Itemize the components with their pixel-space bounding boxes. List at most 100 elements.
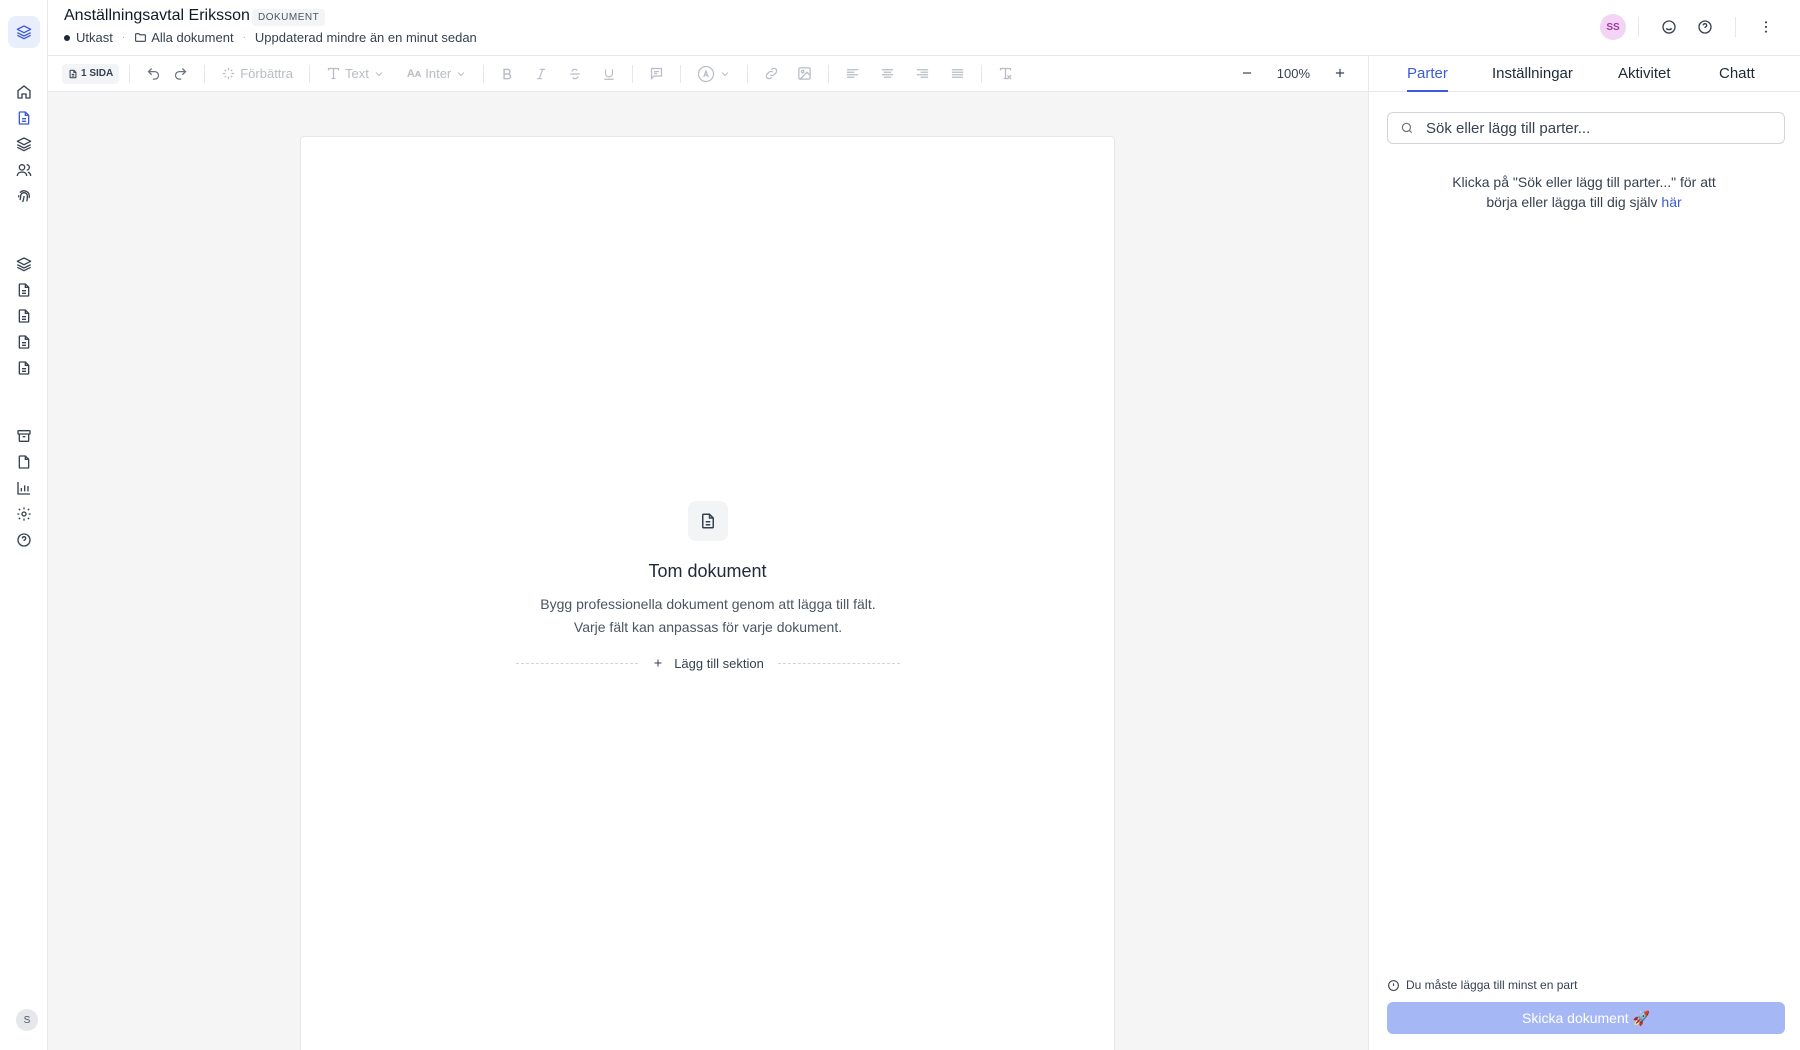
align-left-icon[interactable] (839, 61, 866, 87)
document-type-badge: DOKUMENT (252, 9, 326, 26)
toolbar-divider (747, 64, 749, 83)
document-icon[interactable] (12, 278, 36, 302)
undo-icon[interactable] (140, 61, 167, 87)
link-icon[interactable] (758, 61, 785, 87)
toolbar-divider (632, 64, 634, 83)
toolbar-divider (680, 64, 682, 83)
document-title[interactable]: Anställningsavtal Eriksson (64, 7, 250, 25)
folder-label: Alla dokument (151, 30, 234, 45)
divider (1735, 17, 1736, 37)
align-right-icon[interactable] (909, 61, 936, 87)
help-icon[interactable] (12, 528, 36, 552)
toolbar-divider (483, 64, 485, 83)
documents-icon[interactable] (12, 106, 36, 130)
search-icon (1400, 121, 1414, 135)
text-color-icon (697, 65, 715, 83)
zoom-in-icon[interactable] (1328, 61, 1352, 85)
templates-icon[interactable] (12, 132, 36, 156)
header-actions: SS (1600, 14, 1784, 40)
underline-icon[interactable] (596, 61, 622, 87)
home-icon[interactable] (12, 80, 36, 104)
folder-link[interactable]: Alla dokument (134, 30, 234, 45)
zoom-level: 100% (1276, 65, 1310, 81)
text-type-icon (326, 66, 341, 81)
plus-icon (652, 657, 664, 669)
text-color-dropdown[interactable] (691, 61, 737, 87)
updated-timestamp: Uppdaterad mindre än en minut sedan (254, 30, 477, 45)
toolbar-divider (828, 64, 830, 83)
page-count-chip[interactable]: 1 SIDA (62, 63, 120, 84)
feedback-smiley-icon[interactable] (1657, 15, 1681, 39)
dashed-divider (777, 662, 900, 664)
bold-icon[interactable] (494, 61, 520, 87)
text-style-label: Text (344, 66, 369, 81)
document-icon[interactable] (12, 304, 36, 328)
layers-icon[interactable] (12, 252, 36, 276)
empty-state-description: Bygg professionella dokument genom att l… (540, 596, 876, 635)
zoom-out-icon[interactable] (1235, 61, 1259, 85)
gear-icon[interactable] (12, 502, 36, 526)
meta-separator: · (121, 32, 126, 43)
italic-icon[interactable] (528, 61, 554, 87)
chevron-down-icon (455, 68, 467, 80)
empty-document-icon (688, 501, 728, 541)
improve-button[interactable]: Förbättra (215, 61, 299, 87)
meta-separator: · (242, 32, 246, 43)
document-page[interactable]: Tom dokument Bygg professionella dokumen… (300, 136, 1115, 1050)
dashed-divider (516, 662, 639, 664)
tab-installningar[interactable]: Inställningar (1492, 65, 1573, 92)
font-family-dropdown[interactable]: Aᴀ Inter (401, 61, 473, 87)
send-document-button[interactable]: Skicka dokument 🚀 (1387, 1002, 1785, 1034)
parties-hint: Klicka på "Sök eller lägg till parter...… (1439, 172, 1729, 212)
comment-icon[interactable] (643, 61, 670, 87)
add-self-link[interactable]: här (1661, 194, 1681, 210)
party-search-box[interactable] (1387, 112, 1785, 144)
document-icon[interactable] (12, 330, 36, 354)
font-size-icon: Aᴀ (406, 67, 422, 80)
add-section-label: Lägg till sektion (674, 655, 764, 671)
tab-aktivitet[interactable]: Aktivitet (1618, 65, 1671, 92)
align-center-icon[interactable] (874, 61, 901, 87)
divider (1638, 17, 1639, 37)
add-section-row: Lägg till sektion (516, 651, 900, 675)
party-search-input[interactable] (1426, 119, 1756, 137)
document-meta: Utkast · Alla dokument · Uppdaterad mind… (64, 30, 477, 45)
user-avatar[interactable]: S (16, 1009, 38, 1031)
warning-text: Du måste lägga till minst en part (1406, 978, 1578, 992)
chevron-down-icon (373, 68, 385, 80)
document-icon[interactable] (12, 356, 36, 380)
clear-format-icon[interactable] (992, 61, 1019, 87)
editor-canvas: Tom dokument Bygg professionella dokumen… (48, 92, 1368, 1050)
file-icon[interactable] (12, 450, 36, 474)
collaborator-avatar[interactable]: SS (1600, 14, 1626, 40)
fingerprint-icon[interactable] (12, 184, 36, 208)
page-icon (68, 69, 78, 79)
tab-chatt[interactable]: Chatt (1719, 65, 1755, 92)
redo-icon[interactable] (167, 61, 194, 87)
strikethrough-icon[interactable] (562, 61, 588, 87)
app-logo-icon[interactable] (8, 16, 40, 48)
contacts-icon[interactable] (12, 158, 36, 182)
toolbar-divider (308, 64, 310, 83)
help-icon[interactable] (1693, 15, 1717, 39)
toolbar-divider (204, 64, 206, 83)
font-family-label: Inter (425, 66, 452, 81)
text-style-dropdown[interactable]: Text (320, 61, 391, 87)
panel-tabs: Parter Inställningar Aktivitet Chatt (1369, 56, 1800, 92)
toolbar-divider (129, 64, 131, 83)
archive-icon[interactable] (12, 424, 36, 448)
more-options-icon[interactable] (1754, 15, 1778, 39)
validation-warning: Du måste lägga till minst en part (1387, 978, 1577, 992)
parties-panel: Parter Inställningar Aktivitet Chatt Kli… (1368, 56, 1800, 1050)
add-section-button[interactable]: Lägg till sektion (638, 656, 778, 671)
chart-icon[interactable] (12, 476, 36, 500)
status-label: Utkast (76, 30, 113, 45)
empty-state-title: Tom dokument (648, 561, 767, 581)
page-count-label: 1 SIDA (81, 68, 114, 79)
align-justify-icon[interactable] (944, 61, 971, 87)
status-dot (64, 34, 70, 41)
sparkle-icon (221, 66, 236, 81)
zoom-controls: 100% (1235, 61, 1352, 85)
tab-parter[interactable]: Parter (1407, 65, 1448, 92)
image-icon[interactable] (791, 61, 818, 87)
